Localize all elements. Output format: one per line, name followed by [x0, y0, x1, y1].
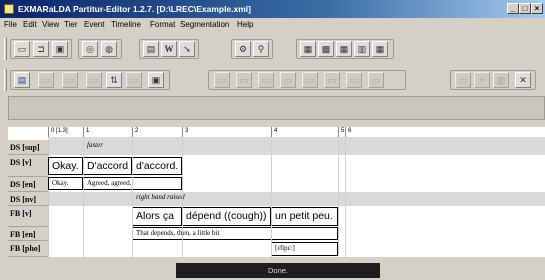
- event-tool8-icon[interactable]: ▭: [368, 72, 384, 88]
- event-tool7-icon[interactable]: ▭: [346, 72, 362, 88]
- tier-settings-icon[interactable]: ▣: [148, 72, 164, 88]
- new-file-icon[interactable]: ▭: [14, 41, 30, 57]
- tier-label-ds-en[interactable]: DS [en]: [8, 177, 48, 192]
- timeline-tool1-icon[interactable]: ▭: [455, 72, 471, 88]
- tier-label-fb-v[interactable]: FB [v]: [8, 206, 48, 227]
- minimize-button[interactable]: _: [507, 3, 519, 14]
- ruler-corner: [8, 127, 48, 137]
- event-fb-v-alors[interactable]: Alors ça: [132, 207, 182, 226]
- export-word-icon[interactable]: W: [161, 41, 177, 57]
- save-file-icon[interactable]: ▣: [52, 41, 68, 57]
- menu-bar: File Edit View Tier Event Timeline Forma…: [0, 18, 545, 32]
- tier-table-icon[interactable]: ◍: [101, 41, 117, 57]
- view-grid1-icon[interactable]: ▦: [300, 41, 316, 57]
- menu-view[interactable]: View: [42, 20, 59, 29]
- menu-file[interactable]: File: [4, 20, 17, 29]
- status-bar: Done.: [176, 263, 380, 278]
- tier-properties-icon[interactable]: ▤: [14, 72, 30, 88]
- tier-label-fb-en[interactable]: FB [en]: [8, 227, 48, 241]
- timeline-split-icon[interactable]: ▥: [493, 72, 509, 88]
- event-fb-v-petit[interactable]: un petit peu.: [271, 207, 338, 226]
- timeline-point-0[interactable]: 0 [1.3]: [48, 127, 83, 137]
- menu-help[interactable]: Help: [237, 20, 253, 29]
- title-bar: EXMARaLDA Partitur-Editor 1.2.7. [D:\LRE…: [0, 0, 545, 18]
- event-ds-v-daccord[interactable]: D'accord: [83, 157, 132, 175]
- toolbar-grip[interactable]: [4, 38, 7, 60]
- grid-line: [338, 140, 339, 257]
- menu-format[interactable]: Format: [150, 20, 175, 29]
- event-tool6-icon[interactable]: ▭: [324, 72, 340, 88]
- maximize-button[interactable]: □: [519, 3, 531, 14]
- event-ds-nv-hand[interactable]: right hand raised: [132, 192, 271, 206]
- menu-edit[interactable]: Edit: [23, 20, 37, 29]
- event-tool5-icon[interactable]: ▭: [302, 72, 318, 88]
- timeline-point-2[interactable]: 2: [132, 127, 182, 137]
- grid-line: [345, 140, 346, 257]
- menu-segmentation[interactable]: Segmentation: [180, 20, 229, 29]
- event-ds-v-daccord2[interactable]: d'accord.: [132, 157, 182, 175]
- hide-tier-icon[interactable]: ▭: [126, 72, 142, 88]
- timeline-point-6[interactable]: 6: [345, 127, 545, 137]
- grid-line: [83, 140, 84, 257]
- event-ds-v-okay[interactable]: Okay.: [48, 157, 83, 175]
- view-grid4-icon[interactable]: ▥: [354, 41, 370, 57]
- timeline-point-1[interactable]: 1: [83, 127, 132, 137]
- main-toolbar: ▭ ⊐ ▣ ◎ ◍ ▤ W ➘ ⚙ ⚲ ▦ ▩ ▦ ▥ ▦: [0, 33, 545, 66]
- toolbar-grip[interactable]: [4, 69, 7, 91]
- link-media-icon[interactable]: ⚙: [235, 41, 251, 57]
- tier-row-ds-nv: [48, 192, 545, 206]
- add-tier-icon[interactable]: ▭: [38, 72, 54, 88]
- print-icon[interactable]: ▤: [143, 41, 159, 57]
- event-tool2-icon[interactable]: ▭: [236, 72, 252, 88]
- app-icon: [4, 4, 14, 14]
- move-tier-icon[interactable]: ⇅: [106, 72, 122, 88]
- tier-header-panel: [8, 96, 545, 120]
- partitur-score: 0 [1.3] 1 2 3 4 5 6 DS [sup] DS [v] DS […: [8, 127, 545, 257]
- view-grid5-icon[interactable]: ▦: [372, 41, 388, 57]
- open-file-icon[interactable]: ⊐: [33, 41, 49, 57]
- timeline-point-3[interactable]: 3: [182, 127, 271, 137]
- event-fb-en-depends[interactable]: That depends, then, a little bit: [132, 227, 338, 240]
- menu-tier[interactable]: Tier: [64, 20, 77, 29]
- timeline-remove-icon[interactable]: ✕: [515, 72, 531, 88]
- tier-label-ds-sup[interactable]: DS [sup]: [8, 140, 48, 155]
- grid-line: [271, 140, 272, 257]
- close-button[interactable]: ×: [531, 3, 543, 14]
- event-tool4-icon[interactable]: ▭: [280, 72, 296, 88]
- menu-event[interactable]: Event: [84, 20, 104, 29]
- remove-tier-icon[interactable]: ▭: [86, 72, 102, 88]
- search-icon[interactable]: ⚲: [253, 41, 269, 57]
- view-grid2-icon[interactable]: ▩: [318, 41, 334, 57]
- edit-toolbar: ▤ ▭ ▭ ▭ ⇅ ▭ ▣ ▭ ▭ ▭ ▭ ▭ ▭ ▭ ▭ ▭ + ▥ ✕: [0, 66, 545, 94]
- timeline-point-5[interactable]: 5: [338, 127, 345, 137]
- export-arrow-icon[interactable]: ➘: [179, 41, 195, 57]
- tier-label-ds-v[interactable]: DS [v]: [8, 155, 48, 177]
- menu-timeline[interactable]: Timeline: [111, 20, 141, 29]
- speaker-table-icon[interactable]: ◎: [82, 41, 98, 57]
- view-grid3-icon[interactable]: ▦: [336, 41, 352, 57]
- grid-line: [182, 140, 183, 257]
- tier-label-ds-nv[interactable]: DS [nv]: [8, 192, 48, 206]
- event-fb-pho[interactable]: [ɛ̃tipɛ:]: [271, 242, 338, 256]
- event-fb-v-depend[interactable]: dépend ((cough)): [182, 207, 271, 226]
- tier-label-fb-pho[interactable]: FB [pho]: [8, 241, 48, 257]
- event-tool3-icon[interactable]: ▭: [258, 72, 274, 88]
- window-title: EXMARaLDA Partitur-Editor 1.2.7. [D:\LRE…: [18, 4, 252, 14]
- event-ds-en-okay[interactable]: Okay.: [48, 177, 83, 190]
- insert-tier-icon[interactable]: ▭: [62, 72, 78, 88]
- timeline-add-icon[interactable]: +: [474, 72, 490, 88]
- grid-line: [132, 140, 133, 257]
- timeline-point-4[interactable]: 4: [271, 127, 338, 137]
- event-tool1-icon[interactable]: ▭: [214, 72, 230, 88]
